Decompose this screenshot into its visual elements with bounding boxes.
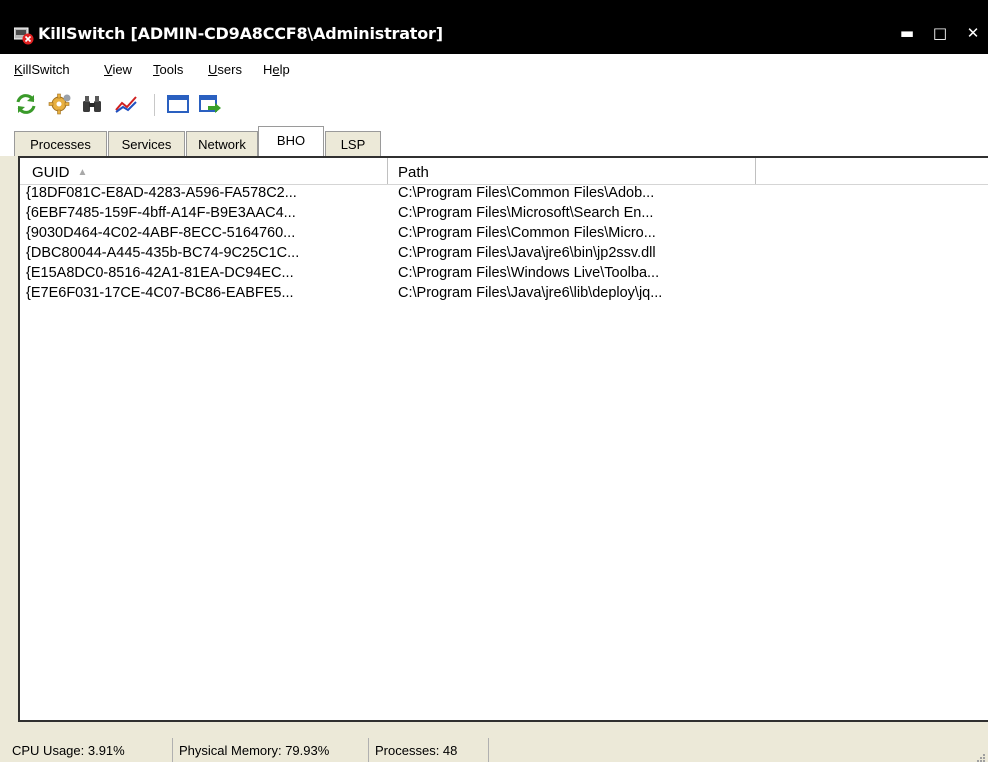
maximize-button[interactable]: □: [929, 22, 951, 44]
tab-processes[interactable]: Processes: [14, 131, 107, 156]
path-cell: C:\Program Files\Microsoft\Search En...: [398, 205, 654, 221]
guid-cell: {DBC80044-A445-435b-BC74-9C25C1C...: [26, 245, 300, 261]
binoculars-icon[interactable]: [80, 92, 104, 116]
minimize-button[interactable]: ▬: [896, 22, 918, 44]
close-button[interactable]: ✕: [962, 22, 984, 44]
menu-users[interactable]: Users: [208, 62, 242, 77]
status-cpu-usage: CPU Usage: 3.91%: [6, 738, 173, 762]
guid-cell: {E15A8DC0-8516-42A1-81EA-DC94EC...: [26, 265, 294, 281]
table-row[interactable]: {DBC80044-A445-435b-BC74-9C25C1C... C:\P…: [20, 244, 988, 264]
path-cell: C:\Program Files\Windows Live\Toolba...: [398, 265, 660, 281]
guid-cell: {E7E6F031-17CE-4C07-BC86-EABFE5...: [26, 285, 294, 301]
menu-users-mnemonic: U: [208, 62, 218, 77]
menu-view[interactable]: View: [104, 62, 132, 77]
tab-strip: Processes Services Network BHO LSP: [0, 126, 988, 156]
resize-grip-icon[interactable]: [974, 748, 986, 762]
menu-help[interactable]: Help: [263, 62, 290, 77]
sort-ascending-icon: ▲: [77, 167, 88, 178]
path-cell: C:\Program Files\Common Files\Micro...: [398, 225, 656, 241]
menu-help-mnemonic: e: [272, 62, 280, 77]
table-row[interactable]: {9030D464-4C02-4ABF-8ECC-5164760... C:\P…: [20, 224, 988, 244]
killswitch-app-icon: [13, 27, 34, 45]
menu-bar: KillSwitch View Tools Users Help: [0, 54, 988, 84]
menu-tools-mnemonic: T: [153, 62, 160, 77]
menu-tools[interactable]: Tools: [153, 62, 183, 77]
export-icon[interactable]: [198, 92, 222, 116]
status-bar: CPU Usage: 3.91% Physical Memory: 79.93%…: [0, 734, 988, 762]
status-process-count: Processes: 48: [369, 738, 489, 762]
menu-killswitch[interactable]: KillSwitch: [14, 62, 70, 77]
settings-gear-icon[interactable]: [48, 92, 72, 116]
tab-network[interactable]: Network: [186, 131, 258, 156]
guid-cell: {6EBF7485-159F-4bff-A14F-B9E3AAC4...: [26, 205, 296, 221]
column-header-path[interactable]: Path: [388, 158, 756, 184]
guid-cell: {9030D464-4C02-4ABF-8ECC-5164760...: [26, 225, 296, 241]
bho-list[interactable]: GUID ▲ Path {18DF081C-E8AD-4283-A596-FA57…: [18, 156, 988, 722]
table-row[interactable]: {E15A8DC0-8516-42A1-81EA-DC94EC... C:\Pr…: [20, 264, 988, 284]
menu-killswitch-mnemonic: K: [14, 62, 23, 77]
tab-services[interactable]: Services: [108, 131, 185, 156]
column-header-guid[interactable]: GUID ▲: [20, 158, 388, 184]
guid-cell: {18DF081C-E8AD-4283-A596-FA578C2...: [26, 185, 297, 201]
tab-lsp[interactable]: LSP: [325, 131, 381, 156]
refresh-icon[interactable]: [14, 92, 38, 116]
path-cell: C:\Program Files\Common Files\Adob...: [398, 185, 655, 201]
window-title: KillSwitch [ADMIN-CD9A8CCF8\Administrato…: [38, 24, 443, 43]
table-row[interactable]: {6EBF7485-159F-4bff-A14F-B9E3AAC4... C:\…: [20, 204, 988, 224]
toolbar: [0, 84, 988, 126]
title-bar[interactable]: KillSwitch [ADMIN-CD9A8CCF8\Administrato…: [0, 0, 988, 54]
window-icon[interactable]: [166, 92, 190, 116]
main-window: KillSwitch [ADMIN-CD9A8CCF8\Administrato…: [0, 0, 988, 762]
list-rows: {18DF081C-E8AD-4283-A596-FA578C2... C:\P…: [20, 184, 988, 304]
path-cell: C:\Program Files\Java\jre6\bin\jp2ssv.dl…: [398, 245, 656, 261]
status-physical-memory: Physical Memory: 79.93%: [173, 738, 369, 762]
graph-icon[interactable]: [114, 92, 138, 116]
toolbar-separator: [154, 94, 155, 116]
path-cell: C:\Program Files\Java\jre6\lib\deploy\jq…: [398, 285, 663, 301]
column-header-guid-label: GUID: [32, 164, 70, 181]
menu-view-mnemonic: V: [104, 62, 113, 77]
list-header: GUID ▲ Path: [20, 158, 988, 185]
table-row[interactable]: {E7E6F031-17CE-4C07-BC86-EABFE5... C:\Pr…: [20, 284, 988, 304]
table-row[interactable]: {18DF081C-E8AD-4283-A596-FA578C2... C:\P…: [20, 184, 988, 204]
tab-bho[interactable]: BHO: [258, 126, 324, 156]
